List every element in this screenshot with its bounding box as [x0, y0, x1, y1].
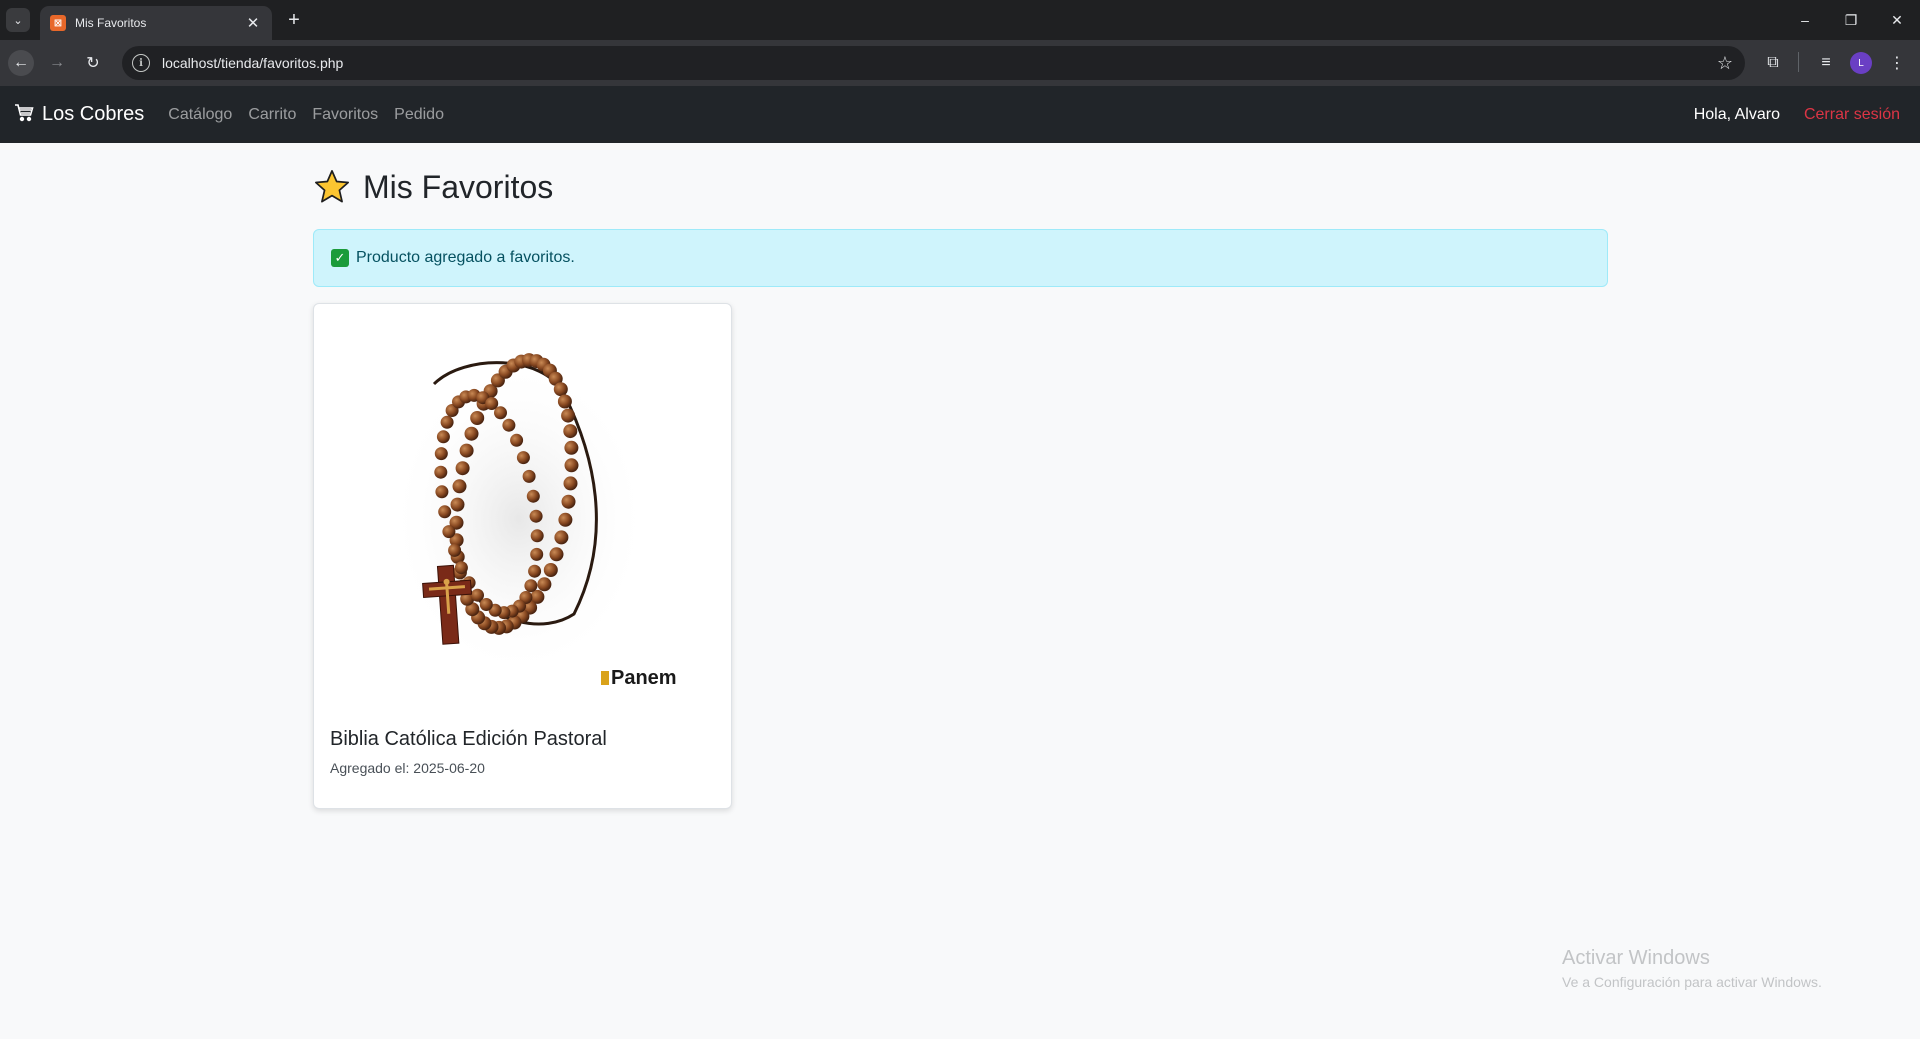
address-bar[interactable]: i localhost/tienda/favoritos.php ☆	[122, 46, 1745, 80]
nav-links: Catálogo Carrito Favoritos Pedido	[168, 106, 460, 124]
back-button[interactable]: ←	[8, 50, 34, 76]
browser-toolbar: ← → ↻ i localhost/tienda/favoritos.php ☆…	[0, 40, 1920, 86]
product-title[interactable]: Biblia Católica Edición Pastoral	[330, 728, 715, 751]
url-text[interactable]: localhost/tienda/favoritos.php	[162, 55, 1717, 71]
tab-title: Mis Favoritos	[75, 16, 147, 30]
toolbar-divider	[1798, 52, 1799, 72]
brand-name: Los Cobres	[42, 103, 145, 125]
xampp-icon: ⊠	[50, 15, 66, 31]
watermark-subtitle: Ve a Configuración para activar Windows.	[1562, 974, 1822, 990]
close-window-button[interactable]: ✕	[1874, 0, 1920, 40]
menu-kebab-icon[interactable]: ⋮	[1886, 52, 1908, 74]
window-controls: – ❐ ✕	[1782, 0, 1920, 40]
reload-button[interactable]: ↻	[80, 50, 106, 76]
browser-tab[interactable]: ⊠ Mis Favoritos ✕	[40, 6, 272, 40]
cart-icon	[14, 102, 34, 128]
restore-button[interactable]: ❐	[1828, 0, 1874, 40]
panem-logo: Panem	[601, 667, 677, 689]
brand-link[interactable]: Los Cobres	[14, 102, 144, 128]
nav-link-pedido[interactable]: Pedido	[394, 106, 444, 124]
close-tab-icon[interactable]: ✕	[244, 14, 262, 32]
profile-avatar[interactable]: L	[1850, 52, 1872, 74]
rosary-image: Panem	[314, 304, 731, 724]
media-controls-icon[interactable]: ≡	[1815, 52, 1837, 74]
logout-link[interactable]: Cerrar sesión	[1804, 106, 1900, 124]
user-greeting: Hola, Alvaro	[1693, 105, 1780, 123]
bookmark-star-icon[interactable]: ☆	[1717, 53, 1733, 74]
minimize-button[interactable]: –	[1782, 0, 1828, 40]
check-mark-icon: ✓	[331, 249, 349, 267]
success-alert: ✓ Producto agregado a favoritos.	[313, 229, 1608, 287]
added-date: Agregado el: 2025-06-20	[330, 760, 485, 776]
star-icon	[314, 169, 350, 203]
favorite-card[interactable]: Panem Biblia Católica Edición Pastoral A…	[313, 303, 732, 809]
forward-button[interactable]: →	[44, 50, 70, 76]
nav-link-carrito[interactable]: Carrito	[248, 106, 296, 124]
extensions-icon[interactable]: ⧉	[1762, 52, 1784, 74]
card-body: Biblia Católica Edición Pastoral Agregad…	[314, 724, 731, 776]
windows-activation-watermark: Activar Windows Ve a Configuración para …	[1562, 947, 1822, 990]
nav-link-catalogo[interactable]: Catálogo	[168, 106, 232, 124]
new-tab-button[interactable]: +	[282, 8, 306, 32]
user-area: Hola, Alvaro Cerrar sesión	[1694, 106, 1900, 124]
browser-tabstrip: ⌄ ⊠ Mis Favoritos ✕ + – ❐ ✕	[0, 0, 1920, 40]
alert-message: Producto agregado a favoritos.	[356, 249, 575, 266]
page-heading: Mis Favoritos	[313, 165, 1608, 209]
site-navbar: Los Cobres Catálogo Carrito Favoritos Pe…	[0, 86, 1920, 143]
site-info-icon[interactable]: i	[132, 54, 150, 72]
watermark-title: Activar Windows	[1562, 947, 1710, 969]
main-content: Mis Favoritos ✓ Producto agregado a favo…	[313, 143, 1608, 809]
tab-search-button[interactable]: ⌄	[6, 8, 30, 32]
panem-logo-text: Panem	[611, 667, 677, 689]
nav-link-favoritos[interactable]: Favoritos	[312, 106, 378, 124]
page-title: Mis Favoritos	[363, 168, 554, 205]
